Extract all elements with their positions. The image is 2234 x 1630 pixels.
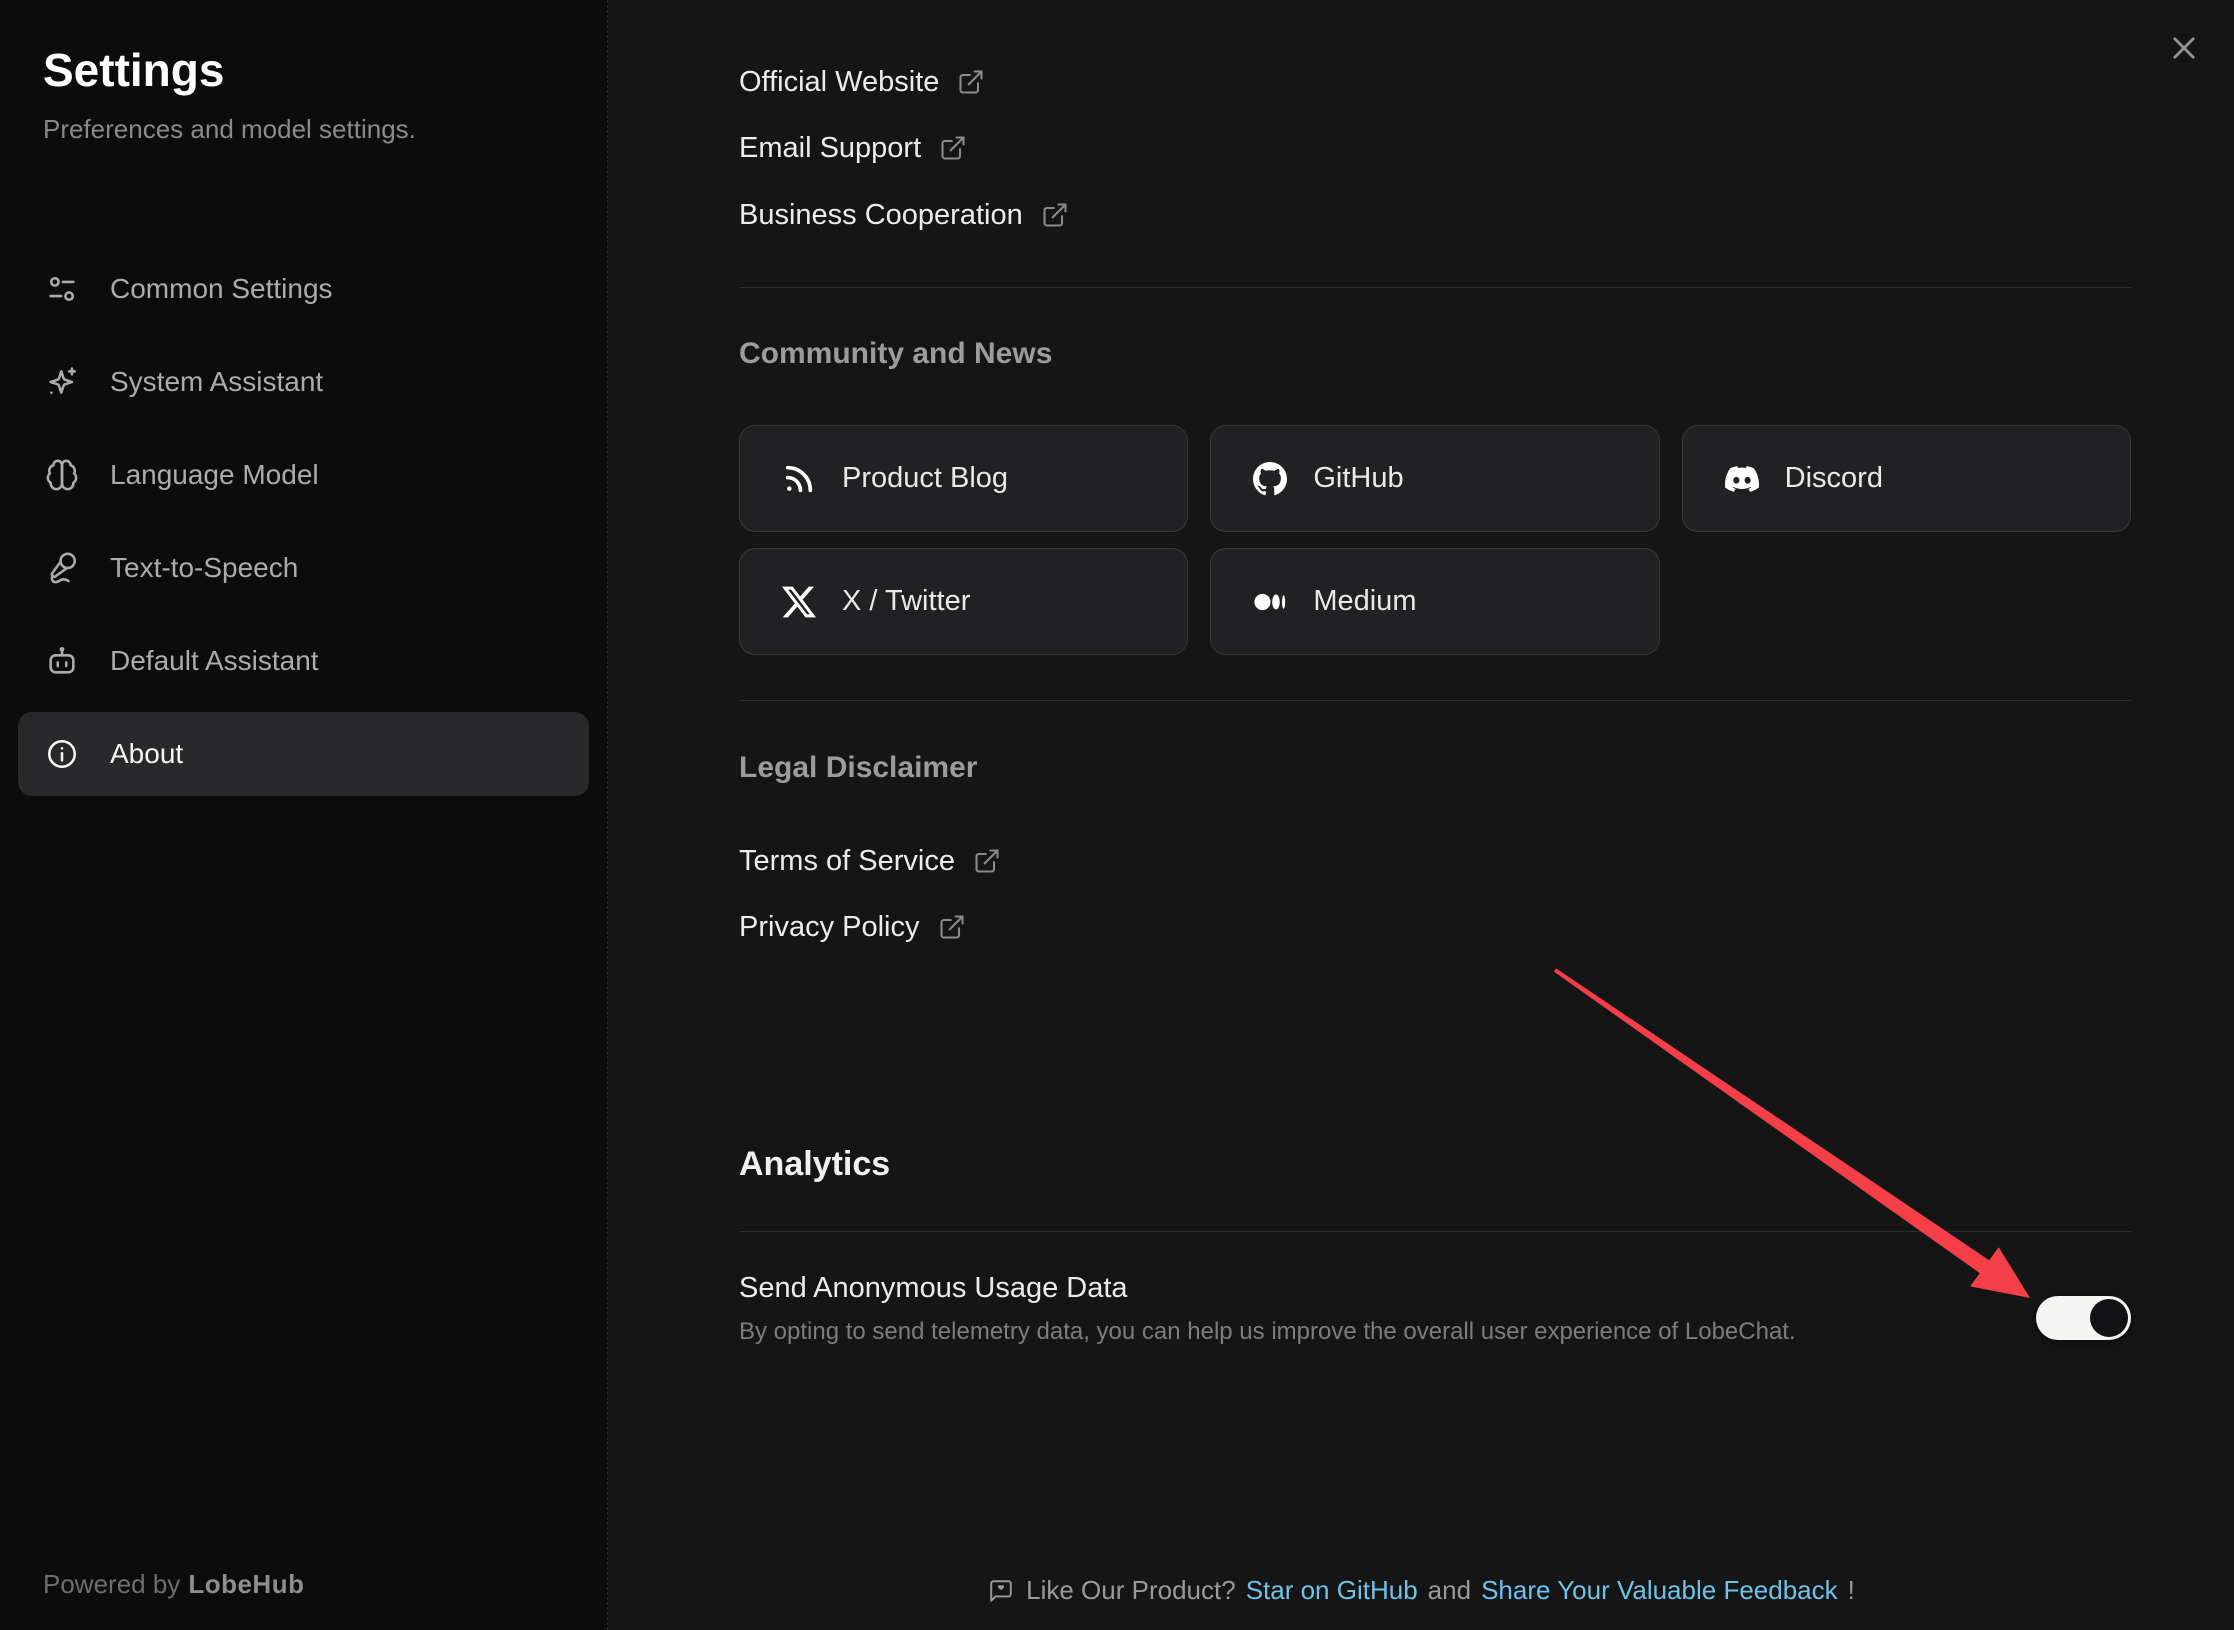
product-footer: Like Our Product? Star on GitHub and Sha… (609, 1575, 2234, 1606)
privacy-policy-link[interactable]: Privacy Policy (739, 905, 2131, 949)
analytics-heading: Analytics (739, 1140, 2131, 1188)
rss-icon (782, 462, 816, 496)
footer-text: and (1428, 1575, 1471, 1606)
external-link-icon (973, 847, 1001, 875)
sidebar-item-label: Default Assistant (110, 645, 319, 677)
discord-icon (1725, 462, 1759, 496)
page-title: Settings (43, 44, 589, 97)
community-heading: Community and News (739, 334, 2131, 374)
star-on-github-link[interactable]: Star on GitHub (1246, 1575, 1418, 1606)
link-label: Official Website (739, 66, 939, 99)
link-label: Email Support (739, 132, 921, 165)
external-link-icon (957, 68, 985, 96)
brain-icon (45, 458, 79, 492)
sidebar-item-label: Common Settings (110, 273, 333, 305)
empty-grid-cell (1682, 548, 2131, 655)
official-website-link[interactable]: Official Website (739, 60, 2131, 104)
page-subtitle: Preferences and model settings. (43, 113, 589, 147)
sidebar-item-about[interactable]: About (18, 712, 589, 796)
toggle-knob (2090, 1299, 2128, 1337)
sidebar-item-common-settings[interactable]: Common Settings (18, 247, 589, 331)
sidebar-item-text-to-speech[interactable]: Text-to-Speech (18, 526, 589, 610)
message-square-icon (988, 1578, 1014, 1604)
powered-by-text: Powered by (43, 1569, 180, 1599)
medium-icon (1253, 585, 1287, 619)
button-label: Medium (1313, 585, 1416, 618)
business-cooperation-link[interactable]: Business Cooperation (739, 193, 2131, 237)
send-usage-data-toggle[interactable] (2036, 1296, 2131, 1340)
contact-us-heading: Contact Us (739, 0, 2131, 10)
lobehub-brand: LobeHub (188, 1569, 304, 1599)
github-button[interactable]: GitHub (1210, 425, 1659, 532)
community-buttons: Product Blog GitHub Discord X / Twitter … (739, 425, 2131, 655)
legal-heading: Legal Disclaimer (739, 748, 2131, 788)
product-blog-button[interactable]: Product Blog (739, 425, 1188, 532)
send-usage-data-setting: Send Anonymous Usage Data By opting to s… (739, 1268, 2131, 1348)
bot-icon (45, 644, 79, 678)
terms-of-service-link[interactable]: Terms of Service (739, 839, 2131, 883)
sidebar-item-label: About (110, 738, 183, 770)
button-label: Product Blog (842, 462, 1008, 495)
divider (739, 700, 2131, 701)
medium-button[interactable]: Medium (1210, 548, 1659, 655)
sidebar-item-default-assistant[interactable]: Default Assistant (18, 619, 589, 703)
footer-text: Like Our Product? (1026, 1575, 1236, 1606)
sparkles-icon (45, 365, 79, 399)
settings-sidebar: Settings Preferences and model settings.… (0, 0, 608, 1630)
x-logo-icon (782, 585, 816, 619)
divider (739, 1231, 2131, 1232)
external-link-icon (1041, 201, 1069, 229)
discord-button[interactable]: Discord (1682, 425, 2131, 532)
external-link-icon (938, 913, 966, 941)
sidebar-item-label: Language Model (110, 459, 319, 491)
share-feedback-link[interactable]: Share Your Valuable Feedback (1481, 1575, 1838, 1606)
sidebar-item-label: Text-to-Speech (110, 552, 298, 584)
button-label: Discord (1785, 462, 1883, 495)
sidebar-item-language-model[interactable]: Language Model (18, 433, 589, 517)
email-support-link[interactable]: Email Support (739, 126, 2131, 170)
button-label: X / Twitter (842, 585, 970, 618)
sidebar-menu: Common Settings System Assistant Languag… (18, 247, 589, 796)
link-label: Terms of Service (739, 845, 955, 878)
mic-icon (45, 551, 79, 585)
divider (739, 287, 2131, 288)
setting-description: By opting to send telemetry data, you ca… (739, 1316, 2131, 1348)
close-icon[interactable] (2162, 26, 2206, 70)
link-label: Business Cooperation (739, 199, 1023, 232)
powered-by: Powered by LobeHub (43, 1569, 304, 1600)
external-link-icon (939, 134, 967, 162)
sidebar-item-system-assistant[interactable]: System Assistant (18, 340, 589, 424)
info-icon (45, 737, 79, 771)
x-twitter-button[interactable]: X / Twitter (739, 548, 1188, 655)
sidebar-item-label: System Assistant (110, 366, 323, 398)
link-label: Privacy Policy (739, 911, 920, 944)
button-label: GitHub (1313, 462, 1403, 495)
github-icon (1253, 462, 1287, 496)
setting-title: Send Anonymous Usage Data (739, 1268, 2131, 1308)
footer-text: ! (1848, 1575, 1855, 1606)
sliders-icon (45, 272, 79, 306)
about-settings-panel: Contact Us Official Website Email Suppor… (609, 0, 2234, 1630)
